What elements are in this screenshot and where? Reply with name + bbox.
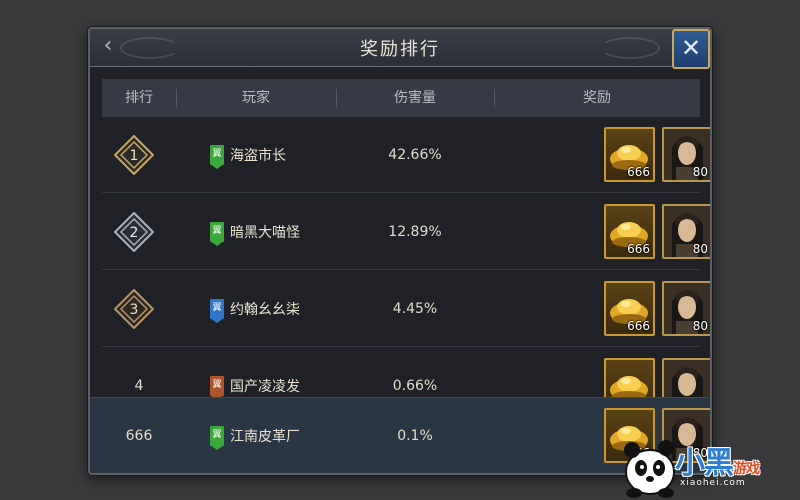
damage-percent: 12.89% xyxy=(388,224,442,240)
reward-quantity: 80 xyxy=(692,319,708,333)
reward-hero-card[interactable]: 80 xyxy=(662,204,710,259)
damage-percent: 4.45% xyxy=(392,301,438,317)
faction-glyph: 翼 xyxy=(212,303,222,313)
ranking-row: 2翼暗黑大喵怪12.89%66680666 xyxy=(102,194,710,270)
close-button[interactable]: ✕ xyxy=(672,29,710,69)
player-name: 海盗市长 xyxy=(230,148,286,164)
watermark-brand-sub: 游戏 xyxy=(733,461,760,477)
reward-gold-ingot[interactable]: 666 xyxy=(604,204,655,259)
ranking-row: 1翼海盗市长42.66%66680666 xyxy=(102,117,710,193)
header-rank: 排行 xyxy=(125,90,153,106)
reward-gold-ingot[interactable]: 666 xyxy=(604,281,655,336)
panel-title: 奖励排行 xyxy=(360,39,440,60)
rank-number: 1 xyxy=(130,148,139,164)
reward-hero-card[interactable]: 80 xyxy=(662,281,710,336)
reward-quantity: 666 xyxy=(627,165,650,179)
header-reward: 奖励 xyxy=(583,90,611,106)
rank-diamond-icon: 1 xyxy=(114,135,154,175)
faction-glyph: 翼 xyxy=(212,226,222,236)
watermark-url: xiaohei.com xyxy=(680,478,746,488)
rank-diamond-icon: 3 xyxy=(114,289,154,329)
reward-ranking-panel: ‹ 奖励排行 ✕ 排行 玩家 伤害量 奖励 1翼海盗市长42.66%666806… xyxy=(88,27,712,475)
title-bar: ‹ 奖励排行 ✕ xyxy=(90,29,710,69)
ranking-row: 3翼约翰幺幺柒4.45%66680666 xyxy=(102,271,710,347)
reward-gold-ingot[interactable]: 666 xyxy=(604,127,655,182)
faction-banner-icon: 翼 xyxy=(210,145,224,169)
reward-hero-card[interactable]: 80 xyxy=(662,127,710,182)
reward-quantity: 80 xyxy=(692,242,708,256)
player-name: 约翰幺幺柒 xyxy=(230,302,300,318)
faction-banner-icon: 翼 xyxy=(210,376,224,400)
player-cell[interactable]: 翼海盗市长 xyxy=(210,117,286,193)
watermark-brand: 小黑游戏 xyxy=(675,438,760,482)
reward-quantity: 80 xyxy=(692,165,708,179)
damage-percent: 42.66% xyxy=(388,147,442,163)
watermark-brand-main: 小黑 xyxy=(675,446,734,481)
reward-items: 66680666 xyxy=(604,127,710,182)
faction-banner-icon: 翼 xyxy=(210,426,224,450)
header-damage: 伤害量 xyxy=(394,90,436,106)
player-name: 暗黑大喵怪 xyxy=(230,225,300,241)
site-watermark: 小黑游戏 xiaohei.com xyxy=(620,430,800,500)
reward-quantity: 666 xyxy=(627,242,650,256)
player-cell[interactable]: 翼暗黑大喵怪 xyxy=(210,194,300,270)
rank-number: 2 xyxy=(130,225,139,241)
reward-items: 66680666 xyxy=(604,204,710,259)
faction-glyph: 翼 xyxy=(212,430,222,440)
player-cell[interactable]: 翼约翰幺幺柒 xyxy=(210,271,300,347)
close-icon: ✕ xyxy=(680,34,702,62)
header-player: 玩家 xyxy=(242,90,270,106)
player-cell[interactable]: 翼江南皮革厂 xyxy=(210,398,300,473)
reward-quantity: 666 xyxy=(627,319,650,333)
player-name: 江南皮革厂 xyxy=(230,429,300,445)
damage-percent: 0.1% xyxy=(397,428,433,444)
my-rank-row-content: 666翼江南皮革厂0.1%666806 xyxy=(102,398,710,473)
faction-glyph: 翼 xyxy=(212,380,222,390)
faction-glyph: 翼 xyxy=(212,149,222,159)
faction-banner-icon: 翼 xyxy=(210,299,224,323)
rank-number: 3 xyxy=(130,302,139,318)
table-header: 排行 玩家 伤害量 奖励 xyxy=(102,79,700,117)
panda-mascot-icon xyxy=(624,440,675,498)
my-rank-row: 666翼江南皮革厂0.1%666806 xyxy=(90,397,710,473)
rank-number: 666 xyxy=(125,428,153,444)
player-name: 国产凌凌发 xyxy=(230,379,300,395)
reward-items: 66680666 xyxy=(604,281,710,336)
faction-banner-icon: 翼 xyxy=(210,222,224,246)
rank-diamond-icon: 2 xyxy=(114,212,154,252)
